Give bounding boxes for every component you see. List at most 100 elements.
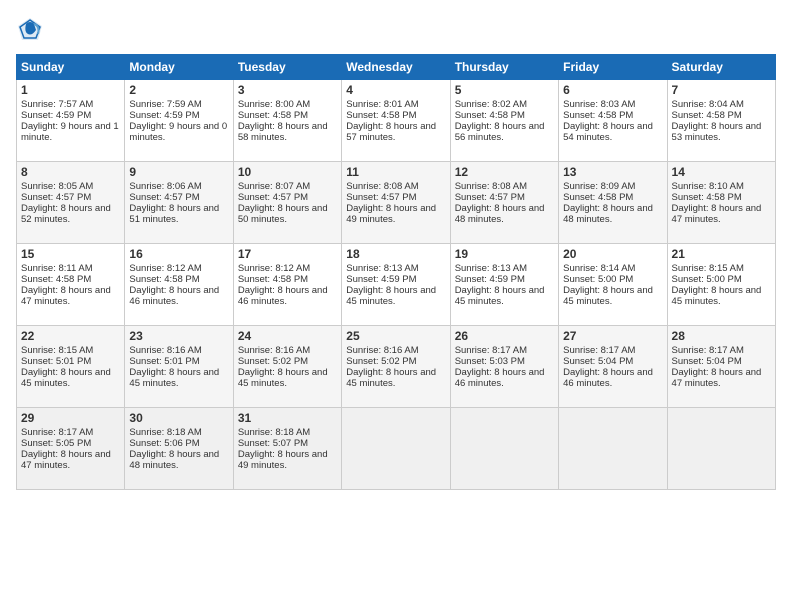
daylight: Daylight: 9 hours and 0 minutes.	[129, 121, 227, 143]
sunrise: Sunrise: 8:15 AM	[672, 263, 744, 274]
calendar-cell: 11Sunrise: 8:08 AMSunset: 4:57 PMDayligh…	[342, 162, 450, 244]
sunrise: Sunrise: 8:12 AM	[129, 263, 201, 274]
weekday-header: Friday	[559, 55, 667, 80]
sunrise: Sunrise: 8:07 AM	[238, 181, 310, 192]
day-number: 23	[129, 329, 228, 343]
sunset: Sunset: 4:57 PM	[129, 192, 199, 203]
calendar-cell: 3Sunrise: 8:00 AMSunset: 4:58 PMDaylight…	[233, 80, 341, 162]
weekday-header: Saturday	[667, 55, 775, 80]
sunset: Sunset: 4:57 PM	[238, 192, 308, 203]
sunrise: Sunrise: 8:08 AM	[455, 181, 527, 192]
sunrise: Sunrise: 8:12 AM	[238, 263, 310, 274]
day-number: 17	[238, 247, 337, 261]
day-number: 18	[346, 247, 445, 261]
day-number: 20	[563, 247, 662, 261]
calendar-cell: 24Sunrise: 8:16 AMSunset: 5:02 PMDayligh…	[233, 326, 341, 408]
daylight: Daylight: 8 hours and 46 minutes.	[129, 285, 219, 307]
sunrise: Sunrise: 8:16 AM	[129, 345, 201, 356]
sunrise: Sunrise: 8:18 AM	[238, 427, 310, 438]
page: SundayMondayTuesdayWednesdayThursdayFrid…	[0, 0, 792, 612]
daylight: Daylight: 8 hours and 47 minutes.	[672, 367, 762, 389]
sunset: Sunset: 4:58 PM	[21, 274, 91, 285]
sunrise: Sunrise: 8:17 AM	[672, 345, 744, 356]
calendar-cell: 31Sunrise: 8:18 AMSunset: 5:07 PMDayligh…	[233, 408, 341, 490]
daylight: Daylight: 8 hours and 45 minutes.	[346, 367, 436, 389]
sunrise: Sunrise: 8:16 AM	[346, 345, 418, 356]
calendar-cell: 23 Sunrise: 8:16 AMSunset: 5:01 PMDayligh…	[125, 326, 233, 408]
day-number: 24	[238, 329, 337, 343]
daylight: Daylight: 8 hours and 45 minutes.	[455, 285, 545, 307]
sunrise: Sunrise: 8:13 AM	[455, 263, 527, 274]
calendar-cell	[342, 408, 450, 490]
sunset: Sunset: 4:58 PM	[563, 192, 633, 203]
sunrise: Sunrise: 8:15 AM	[21, 345, 93, 356]
calendar-cell: 18 Sunrise: 8:13 AMSunset: 4:59 PMDayligh…	[342, 244, 450, 326]
sunrise: Sunrise: 8:00 AM	[238, 99, 310, 110]
calendar-cell: 27Sunrise: 8:17 AMSunset: 5:04 PMDayligh…	[559, 326, 667, 408]
weekday-header: Sunday	[17, 55, 125, 80]
sunset: Sunset: 5:04 PM	[563, 356, 633, 367]
daylight: Daylight: 8 hours and 45 minutes.	[346, 285, 436, 307]
calendar-week-row: 15Sunrise: 8:11 AMSunset: 4:58 PMDayligh…	[17, 244, 776, 326]
calendar-cell	[450, 408, 558, 490]
sunset: Sunset: 5:02 PM	[346, 356, 416, 367]
day-number: 12	[455, 165, 554, 179]
calendar-week-row: 8Sunrise: 8:05 AMSunset: 4:57 PMDaylight…	[17, 162, 776, 244]
calendar-cell: 30Sunrise: 8:18 AMSunset: 5:06 PMDayligh…	[125, 408, 233, 490]
calendar-cell: 9Sunrise: 8:06 AMSunset: 4:57 PMDaylight…	[125, 162, 233, 244]
sunset: Sunset: 4:59 PM	[346, 274, 416, 285]
sunset: Sunset: 5:01 PM	[129, 356, 199, 367]
weekday-header-row: SundayMondayTuesdayWednesdayThursdayFrid…	[17, 55, 776, 80]
sunset: Sunset: 4:59 PM	[455, 274, 525, 285]
day-number: 3	[238, 83, 337, 97]
sunset: Sunset: 4:58 PM	[129, 274, 199, 285]
calendar-cell: 28 Sunrise: 8:17 AMSunset: 5:04 PMDayligh…	[667, 326, 775, 408]
daylight: Daylight: 8 hours and 45 minutes.	[129, 367, 219, 389]
daylight: Daylight: 8 hours and 46 minutes.	[238, 285, 328, 307]
sunrise: Sunrise: 8:05 AM	[21, 181, 93, 192]
sunrise: Sunrise: 8:08 AM	[346, 181, 418, 192]
daylight: Daylight: 8 hours and 47 minutes.	[21, 449, 111, 471]
sunset: Sunset: 5:05 PM	[21, 438, 91, 449]
calendar-cell: 19 Sunrise: 8:13 AMSunset: 4:59 PMDayligh…	[450, 244, 558, 326]
daylight: Daylight: 8 hours and 49 minutes.	[238, 449, 328, 471]
sunrise: Sunrise: 8:03 AM	[563, 99, 635, 110]
calendar-cell: 10Sunrise: 8:07 AMSunset: 4:57 PMDayligh…	[233, 162, 341, 244]
calendar-table: SundayMondayTuesdayWednesdayThursdayFrid…	[16, 54, 776, 490]
logo-icon	[16, 16, 44, 44]
sunrise: Sunrise: 8:14 AM	[563, 263, 635, 274]
sunrise: Sunrise: 8:13 AM	[346, 263, 418, 274]
sunset: Sunset: 4:58 PM	[238, 110, 308, 121]
sunrise: Sunrise: 8:16 AM	[238, 345, 310, 356]
sunset: Sunset: 5:04 PM	[672, 356, 742, 367]
sunrise: Sunrise: 8:17 AM	[455, 345, 527, 356]
sunset: Sunset: 4:58 PM	[238, 274, 308, 285]
day-number: 30	[129, 411, 228, 425]
day-number: 19	[455, 247, 554, 261]
day-number: 28	[672, 329, 771, 343]
daylight: Daylight: 8 hours and 47 minutes.	[21, 285, 111, 307]
calendar-week-row: 1Sunrise: 7:57 AMSunset: 4:59 PMDaylight…	[17, 80, 776, 162]
sunrise: Sunrise: 8:06 AM	[129, 181, 201, 192]
sunrise: Sunrise: 8:17 AM	[21, 427, 93, 438]
day-number: 16	[129, 247, 228, 261]
sunrise: Sunrise: 8:01 AM	[346, 99, 418, 110]
calendar-cell: 22Sunrise: 8:15 AMSunset: 5:01 PMDayligh…	[17, 326, 125, 408]
sunset: Sunset: 4:58 PM	[672, 110, 742, 121]
day-number: 22	[21, 329, 120, 343]
sunrise: Sunrise: 8:02 AM	[455, 99, 527, 110]
sunrise: Sunrise: 8:11 AM	[21, 263, 93, 274]
day-number: 26	[455, 329, 554, 343]
sunset: Sunset: 5:00 PM	[563, 274, 633, 285]
day-number: 14	[672, 165, 771, 179]
sunset: Sunset: 4:57 PM	[346, 192, 416, 203]
calendar-cell: 15Sunrise: 8:11 AMSunset: 4:58 PMDayligh…	[17, 244, 125, 326]
calendar-cell: 2Sunrise: 7:59 AMSunset: 4:59 PMDaylight…	[125, 80, 233, 162]
sunset: Sunset: 5:01 PM	[21, 356, 91, 367]
day-number: 11	[346, 165, 445, 179]
calendar-cell: 21Sunrise: 8:15 AMSunset: 5:00 PMDayligh…	[667, 244, 775, 326]
daylight: Daylight: 8 hours and 50 minutes.	[238, 203, 328, 225]
daylight: Daylight: 8 hours and 46 minutes.	[563, 367, 653, 389]
day-number: 6	[563, 83, 662, 97]
calendar-cell: 25Sunrise: 8:16 AMSunset: 5:02 PMDayligh…	[342, 326, 450, 408]
